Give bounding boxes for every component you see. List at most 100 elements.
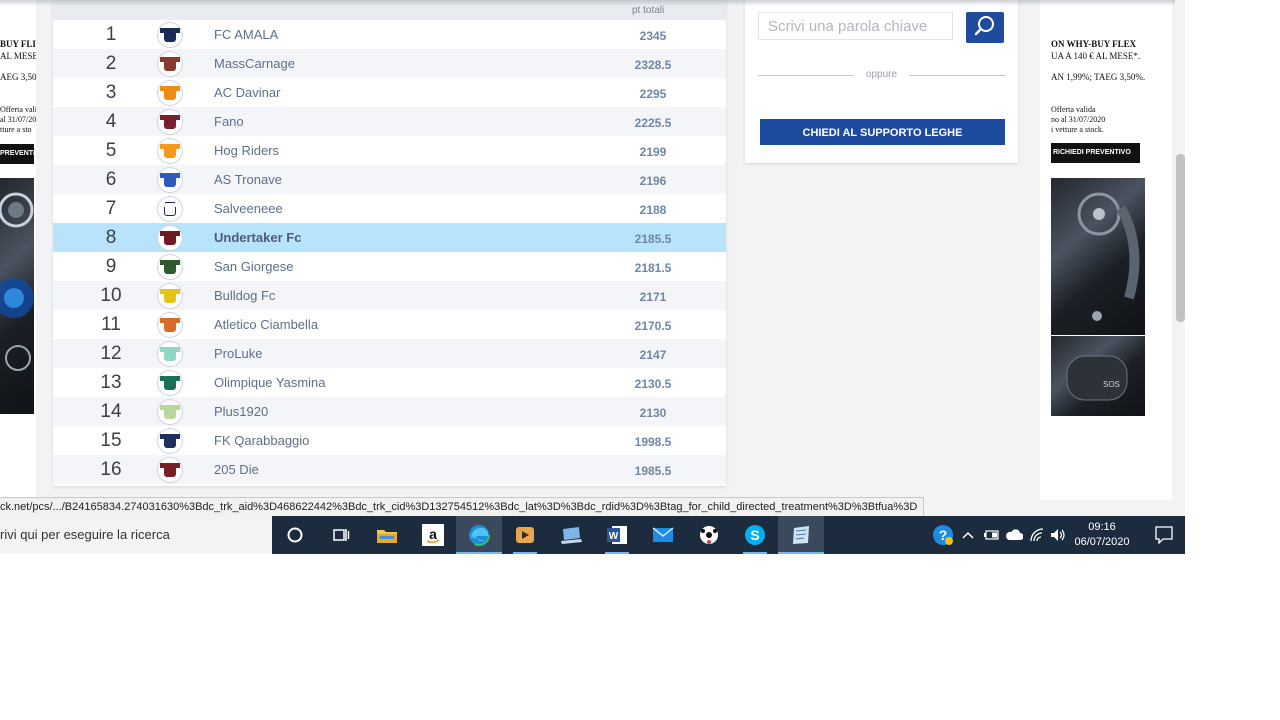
jersey-shape: [160, 405, 180, 419]
right-advertisement[interactable]: ON WHY-BUY FLEX UA A 140 € AL MESE*. AN …: [1040, 0, 1172, 500]
ad-headline: ON WHY-BUY FLEX: [1051, 39, 1137, 49]
team-name-link[interactable]: Fano: [214, 107, 244, 136]
cortana-button[interactable]: [272, 516, 318, 554]
cloud-icon: [1006, 529, 1023, 540]
file-explorer-button[interactable]: [364, 516, 410, 554]
jersey-shape: [160, 173, 180, 187]
battery-icon: [984, 530, 999, 540]
wifi-tray-button[interactable]: [1026, 516, 1048, 554]
ad-quote-button[interactable]: PREVENTIVO: [0, 144, 34, 164]
action-center-button[interactable]: [1143, 516, 1185, 554]
ask-league-support-button[interactable]: CHIEDI AL SUPPORTO LEGHE: [760, 119, 1005, 145]
team-jersey-icon: [158, 342, 182, 366]
table-row[interactable]: 16 205 Die 1985.5: [53, 455, 726, 484]
skype-icon: S: [745, 525, 765, 545]
team-name-link[interactable]: Salveeneee: [214, 194, 283, 223]
ad-quote-button[interactable]: RICHIEDI PREVENTIVO: [1051, 143, 1140, 163]
table-row[interactable]: 14 Plus1920 2130: [53, 397, 726, 426]
team-name-link[interactable]: 205 Die: [214, 455, 259, 484]
jersey-shape: [160, 463, 180, 477]
team-name-link[interactable]: AS Tronave: [214, 165, 282, 194]
ad-stock: tture a sto: [0, 125, 32, 134]
notepad-app-button[interactable]: [778, 516, 824, 554]
browser-screen: BUY FLI AL MESE AEG 3,50 Offerta vali al…: [0, 0, 1185, 554]
jersey-shape: [160, 289, 180, 303]
team-jersey-icon: [158, 168, 182, 192]
table-row[interactable]: 7 Salveeneee 2188: [53, 194, 726, 223]
divider: [909, 75, 1005, 76]
rank-position: 3: [105, 82, 117, 103]
header-shadow: [0, 0, 1175, 6]
help-tray-button[interactable]: ?: [930, 516, 956, 554]
rank-position: 16: [100, 459, 122, 480]
team-name-link[interactable]: San Giorgese: [214, 252, 294, 281]
scrollbar-thumb[interactable]: [1176, 154, 1185, 322]
total-points: 2295: [639, 87, 667, 101]
media-player-button[interactable]: [502, 516, 548, 554]
team-name-link[interactable]: Plus1920: [214, 397, 268, 426]
team-name-link[interactable]: AC Davinar: [214, 78, 280, 107]
svg-text:W: W: [609, 531, 619, 542]
amazon-app-button[interactable]: a: [410, 516, 456, 554]
search-icon: [974, 16, 994, 36]
rank-position: 10: [100, 285, 122, 306]
skype-button[interactable]: S: [732, 516, 778, 554]
steering-control-graphic: [1077, 192, 1140, 321]
table-row[interactable]: 8 Undertaker Fc 2185.5: [53, 223, 726, 252]
word-app-button[interactable]: W: [594, 516, 640, 554]
mail-app-button[interactable]: [640, 516, 686, 554]
table-row[interactable]: 3 AC Davinar 2295: [53, 78, 726, 107]
team-name-link[interactable]: Bulldog Fc: [214, 281, 275, 310]
standings-table: pt totali 1 FC AMALA 2345 2 MassCarnage 2328.…: [53, 0, 726, 486]
team-name-link[interactable]: Atletico Ciambella: [214, 310, 318, 339]
keyword-search-input[interactable]: [758, 12, 953, 40]
rank-position: 9: [105, 256, 117, 277]
rank-position: 4: [105, 111, 117, 132]
team-name-link[interactable]: Olimpique Yasmina: [214, 368, 326, 397]
team-name-link[interactable]: Undertaker Fc: [214, 223, 301, 252]
team-name-link[interactable]: MassCarnage: [214, 49, 295, 78]
jersey-shape: [160, 231, 180, 245]
table-row[interactable]: 11 Atletico Ciambella 2170.5: [53, 310, 726, 339]
team-name-link[interactable]: FK Qarabbaggio: [214, 426, 309, 455]
table-row[interactable]: 6 AS Tronave 2196: [53, 165, 726, 194]
left-advertisement[interactable]: BUY FLI AL MESE AEG 3,50 Offerta vali al…: [0, 0, 36, 500]
system-clock[interactable]: 09:16 06/07/2020: [1064, 520, 1140, 550]
edge-browser-button[interactable]: [456, 516, 502, 554]
table-row[interactable]: 1 FC AMALA 2345: [53, 20, 726, 49]
total-points: 2199: [639, 145, 667, 159]
windows-taskbar: rivi qui per eseguire la ricerca a W S ?…: [0, 516, 1185, 554]
team-name-link[interactable]: FC AMALA: [214, 20, 278, 49]
table-row[interactable]: 4 Fano 2225.5: [53, 107, 726, 136]
team-jersey-icon: [158, 458, 182, 482]
game-app-button[interactable]: [686, 516, 732, 554]
table-row[interactable]: 15 FK Qarabbaggio 1998.5: [53, 426, 726, 455]
table-row[interactable]: 10 Bulldog Fc 2171: [53, 281, 726, 310]
total-points: 1998.5: [634, 435, 672, 449]
total-points: 2185.5: [634, 232, 672, 246]
team-jersey-icon: [158, 400, 182, 424]
jersey-shape: [160, 86, 180, 100]
search-button[interactable]: [966, 12, 1004, 43]
notification-icon: [1155, 526, 1173, 544]
table-row[interactable]: 9 San Giorgese 2181.5: [53, 252, 726, 281]
help-icon: ?: [933, 525, 953, 545]
laptop-app-button[interactable]: [548, 516, 594, 554]
column-header-points: pt totali: [632, 5, 665, 16]
show-hidden-icons-button[interactable]: [958, 516, 978, 554]
table-row[interactable]: 12 ProLuke 2147: [53, 339, 726, 368]
rank-position: 7: [105, 198, 117, 219]
ad-price: UA A 140 € AL MESE*.: [1051, 51, 1141, 61]
battery-tray-button[interactable]: [980, 516, 1002, 554]
taskbar-search-box[interactable]: rivi qui per eseguire la ricerca: [0, 516, 272, 554]
task-view-button[interactable]: [318, 516, 364, 554]
team-name-link[interactable]: Hog Riders: [214, 136, 279, 165]
team-jersey-icon: [158, 226, 182, 250]
table-row[interactable]: 2 MassCarnage 2328.5: [53, 49, 726, 78]
team-name-link[interactable]: ProLuke: [214, 339, 262, 368]
onedrive-tray-button[interactable]: [1003, 516, 1025, 554]
table-row[interactable]: 5 Hog Riders 2199: [53, 136, 726, 165]
video-icon: [516, 527, 534, 543]
team-jersey-icon: [158, 255, 182, 279]
table-row[interactable]: 13 Olimpique Yasmina 2130.5: [53, 368, 726, 397]
